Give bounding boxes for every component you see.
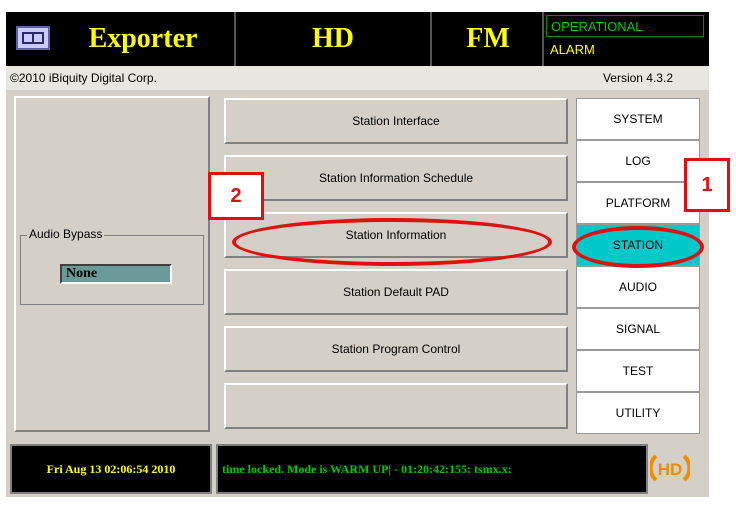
title-divider: [542, 12, 544, 66]
callout-2: 2: [208, 172, 264, 220]
copyright-text: ©2010 iBiquity Digital Corp.: [10, 71, 157, 85]
version-text: Version 4.3.2: [602, 71, 673, 85]
operational-status: OPERATIONAL: [546, 15, 704, 37]
app-logo-icon: [16, 26, 50, 50]
tab-system[interactable]: SYSTEM: [576, 98, 700, 140]
tab-audio[interactable]: AUDIO: [576, 266, 700, 308]
hd-radio-logo-icon: HD: [650, 454, 690, 482]
title-divider: [234, 12, 236, 66]
audio-bypass-label: Audio Bypass: [27, 227, 105, 241]
status-bar: Fri Aug 13 02:06:54 2010 time locked. Mo…: [6, 444, 709, 497]
alarm-status: ALARM: [550, 42, 595, 57]
callout-1: 1: [684, 158, 730, 212]
station-default-pad-button[interactable]: Station Default PAD: [224, 269, 568, 315]
tab-utility[interactable]: UTILITY: [576, 392, 700, 434]
title-bar: Exporter HD FM OPERATIONAL ALARM: [6, 12, 709, 66]
station-information-schedule-button[interactable]: Station Information Schedule: [224, 155, 568, 201]
tab-log[interactable]: LOG: [576, 140, 700, 182]
log-message: time locked. Mode is WARM UP| - 01:20:42…: [216, 444, 648, 494]
station-information-highlight: [232, 218, 552, 266]
station-tab-highlight: [572, 226, 704, 268]
svg-text:HD: HD: [658, 460, 683, 479]
fm-title: FM: [466, 23, 510, 54]
station-program-control-button[interactable]: Station Program Control: [224, 326, 568, 372]
tab-signal[interactable]: SIGNAL: [576, 308, 700, 350]
empty-menu-button[interactable]: [224, 383, 568, 429]
audio-bypass-field[interactable]: None: [60, 264, 172, 284]
tab-test[interactable]: TEST: [576, 350, 700, 392]
datetime-display: Fri Aug 13 02:06:54 2010: [10, 444, 212, 494]
title-divider: [430, 12, 432, 66]
station-menu: Station Interface Station Information Sc…: [216, 96, 576, 436]
tab-platform[interactable]: PLATFORM: [576, 182, 700, 224]
exporter-title: Exporter: [88, 23, 198, 54]
station-interface-button[interactable]: Station Interface: [224, 98, 568, 144]
hd-title: HD: [312, 23, 354, 54]
info-bar: ©2010 iBiquity Digital Corp. Version 4.3…: [6, 66, 709, 90]
